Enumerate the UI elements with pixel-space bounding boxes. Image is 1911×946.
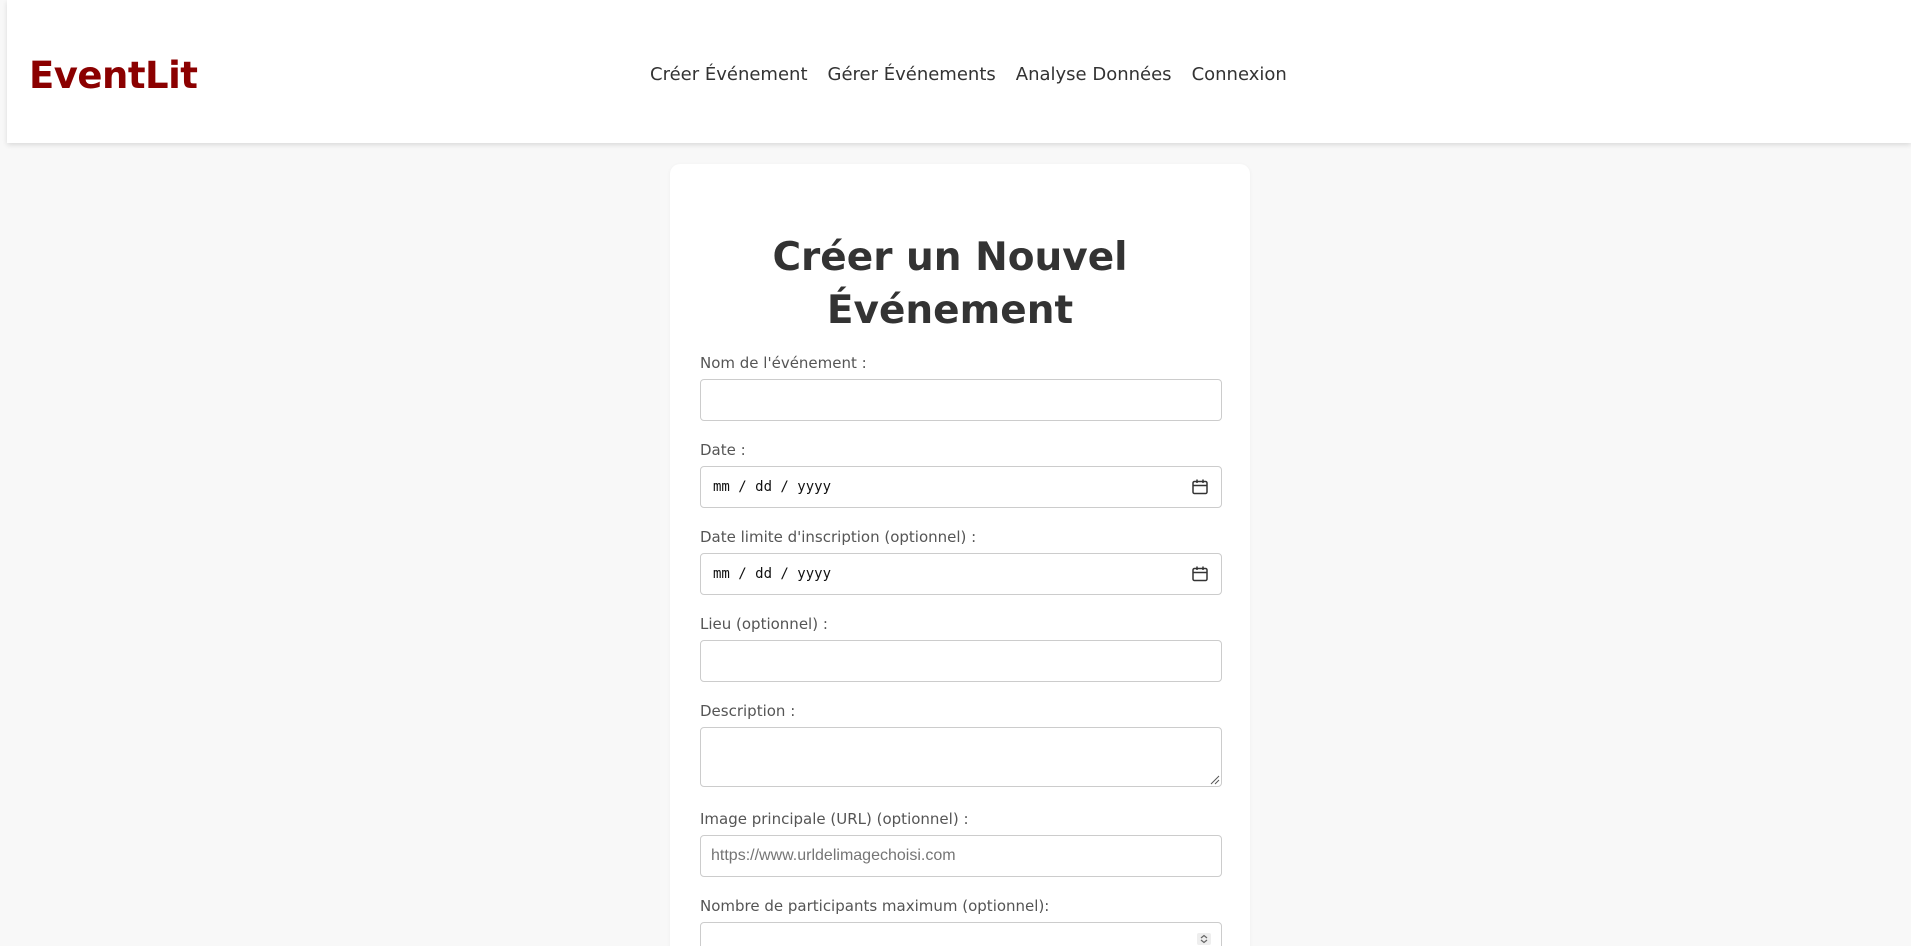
page-title-line-1: Créer un Nouvel: [772, 235, 1128, 280]
date-input-value: mm / dd / yyyy: [713, 479, 832, 495]
page-title: Créer un Nouvel Événement: [670, 231, 1230, 337]
registration-deadline-input[interactable]: mm / dd / yyyy: [700, 553, 1222, 595]
number-spinner-icon[interactable]: [1197, 933, 1211, 945]
nav-item-data-analysis[interactable]: Analyse Données: [1016, 64, 1172, 85]
brand-logo[interactable]: EventLit: [29, 54, 198, 97]
event-name-label: Nom de l'événement :: [700, 354, 867, 372]
date-label: Date :: [700, 441, 746, 459]
page-title-line-2: Événement: [826, 288, 1074, 333]
main-image-url-input[interactable]: [700, 835, 1222, 877]
nav-item-manage-events[interactable]: Gérer Événements: [828, 64, 996, 85]
top-header: EventLit Créer Événement Gérer Événement…: [7, 0, 1911, 143]
registration-deadline-value: mm / dd / yyyy: [713, 566, 832, 582]
max-participants-input[interactable]: [700, 922, 1222, 946]
description-textarea[interactable]: [700, 727, 1222, 787]
event-name-input[interactable]: [700, 379, 1222, 421]
description-label: Description :: [700, 702, 796, 720]
main-image-label: Image principale (URL) (optionnel) :: [700, 810, 969, 828]
description-wrapper: [700, 727, 1222, 787]
nav-item-login[interactable]: Connexion: [1192, 64, 1287, 85]
nav-item-create-event[interactable]: Créer Événement: [650, 64, 808, 85]
calendar-icon[interactable]: [1191, 478, 1209, 496]
location-input[interactable]: [700, 640, 1222, 682]
registration-deadline-label: Date limite d'inscription (optionnel) :: [700, 528, 977, 546]
main-nav: Créer Événement Gérer Événements Analyse…: [650, 64, 1287, 85]
create-event-card: Créer un Nouvel Événement Nom de l'événe…: [670, 164, 1250, 946]
max-participants-label: Nombre de participants maximum (optionne…: [700, 897, 1050, 915]
resize-handle-icon[interactable]: [1208, 773, 1220, 785]
calendar-icon[interactable]: [1191, 565, 1209, 583]
location-label: Lieu (optionnel) :: [700, 615, 828, 633]
date-input[interactable]: mm / dd / yyyy: [700, 466, 1222, 508]
